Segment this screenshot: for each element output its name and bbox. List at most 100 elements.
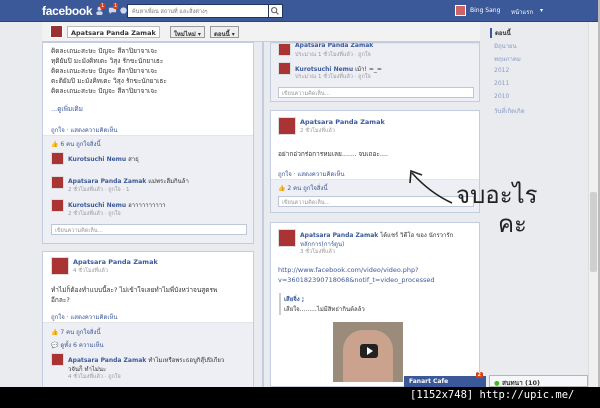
post-text-line: ติดละเถนะสะษะ ปัญจะ สีลาปิยาจาเจะ (51, 47, 158, 55)
comment: Apatsara Panda Zamak (295, 43, 373, 49)
comment-text: สาธุ (128, 156, 139, 163)
year-nav-item[interactable]: 2011 (494, 80, 509, 87)
play-icon[interactable] (360, 344, 378, 358)
messages-badge: 1 (113, 3, 119, 9)
like-icon: 👍 (51, 141, 59, 148)
friend-requests-badge: 1 (100, 3, 106, 9)
like-count[interactable]: 👍 2 คน ถูกใจสิ่งนี้ (278, 183, 328, 193)
commenter-avatar[interactable] (51, 353, 64, 366)
commenter-avatar[interactable] (51, 199, 64, 212)
account-menu-icon[interactable]: ▾ (540, 7, 543, 14)
search-icon[interactable] (269, 4, 283, 18)
comment: Apatsara Panda Zamak แม่พระลืมกินล้า (68, 176, 189, 186)
year-nav-item[interactable]: 2012 (494, 67, 509, 74)
online-dot-icon: ● (494, 379, 500, 387)
commenter-name[interactable]: Kurotsuchi Nemu (68, 202, 126, 209)
like-count[interactable]: 👍 6 คน ถูกใจสิ่งนี้ (51, 139, 101, 149)
user-avatar[interactable] (455, 5, 466, 16)
chat-badge: 2 (475, 372, 483, 378)
year-nav-item[interactable]: มิถุนายน (494, 41, 517, 51)
poster-avatar[interactable] (278, 229, 296, 247)
post-timestamp[interactable]: 2 ชั่วโมงที่แล้ว (300, 127, 335, 135)
commenter-name[interactable]: Apatsara Panda Zamak (68, 357, 146, 364)
messages-icon[interactable]: 1 (108, 3, 119, 15)
quote-title[interactable]: เสียจิ่ง ; (284, 294, 304, 304)
like-count-text: 7 คน ถูกใจสิ่งนี้ (60, 329, 101, 336)
post-text-line: ติดละเถนะสะษะ ปัญจะ สีลาปิยาจาเจะ (51, 67, 158, 75)
facebook-header: facebook 1 1 ค้นหาเพื่อน สถานที่ และสิ่ง… (0, 0, 598, 22)
chat-tab-fanart[interactable]: Fanart Cafe 2 (404, 372, 486, 387)
year-nav-item[interactable]: พฤษภาคม (494, 54, 521, 64)
year-nav-item[interactable]: วันที่เกิดเกิด (494, 106, 525, 116)
comment-meta: 2 ชั่วโมงที่แล้ว · ถูกใจ (68, 211, 121, 217)
comment-input[interactable]: เขียนความคิดเห็น... (51, 224, 247, 235)
post-card-left-2: Apatsara Panda Zamak 4 ชั่วโมงที่แล้ว ทำ… (42, 251, 254, 387)
chat-tab-label: Fanart Cafe (409, 378, 449, 385)
year-nav-item[interactable]: 2010 (494, 93, 509, 100)
profile-avatar[interactable] (50, 25, 63, 38)
quote-text: เสียใจ.........ไม่มีสิทธ่ากินต้ลล้ว (284, 306, 365, 313)
view-all-comments-text: ดูทั้ง 6 ความเห็น (60, 342, 104, 349)
commenter-avatar[interactable] (278, 62, 291, 75)
poster-name[interactable]: Apatsara Panda Zamak (300, 118, 385, 126)
new-button[interactable]: ใหม่ไหม่ ▾ (170, 26, 205, 38)
comment: Kurotsuchi Nemu ฮาาาาาาาาาา (68, 200, 165, 210)
post-text-line: ติดละเถนะสะษะ ปัญจะ สีลาปิยาจาเจะ (51, 87, 158, 95)
commenter-avatar[interactable] (51, 176, 64, 189)
profile-sticky-bar: Apatsara Panda Zamak ใหม่ไหม่ ▾ ตอนนี้ ▾ (42, 22, 480, 42)
post-actions[interactable]: ถูกใจ · แสดงความคิดเห็น (51, 125, 118, 135)
video-link[interactable]: http://www.facebook.com/video/video.php? (278, 266, 419, 274)
browser-viewport: facebook 1 1 ค้นหาเพื่อน สถานที่ และสิ่ง… (0, 0, 600, 387)
post-card-left-1: ติดละเถนะสะษะ ปัญจะ สีลาปิยาจาเจะ ทุติยั… (42, 42, 254, 244)
poster-avatar[interactable] (51, 257, 69, 275)
like-count[interactable]: 👍 7 คน ถูกใจสิ่งนี้ (51, 327, 101, 337)
comment-input[interactable]: เขียนความคิดเห็น... (278, 87, 474, 98)
post-text: อย่ากอ่วกร่อการหมเลย....... จบเถอะ.... (278, 150, 389, 158)
comment-meta: ประมาณ 1 ชั่วโมงที่แล้ว · ถูกใจ (295, 74, 371, 80)
post-card-right-1: Apatsara Panda Zamak ประมาณ 1 ชั่วโมงที่… (270, 42, 480, 102)
post-actions[interactable]: ถูกใจ · แสดงความคิดเห็น (278, 169, 345, 179)
post-text-line: ทำไม่ก็ต้องทำแบบนี้ละ? ไม่เข้าใจเลยทำไมพ… (51, 286, 218, 294)
share-text: ได้แชร์ วิดีโอ ของ นักรวารัก (380, 232, 454, 239)
view-all-comments[interactable]: 💬 ดูทั้ง 6 ความเห็น (51, 340, 104, 350)
post-text-line: ตะติยัมปิ มะมังคิทเตะ วิสุง รักขะนักยาเธ… (51, 77, 167, 85)
annotation-text: คะ (498, 210, 527, 238)
home-link[interactable]: หน้าแรก (511, 7, 533, 17)
like-icon: 👍 (51, 329, 59, 336)
post-timestamp[interactable]: 3 ชั่วโมงที่แล้ว (300, 248, 335, 256)
commenter-avatar[interactable] (51, 152, 64, 165)
profile-name-button[interactable]: Apatsara Panda Zamak (67, 26, 160, 38)
search-input[interactable]: ค้นหาเพื่อน สถานที่ และสิ่งต่างๆ (127, 4, 269, 18)
comment-meta: 2 ชั่วโมงที่แล้ว · ถูกใจ · 1 (68, 187, 130, 193)
chat-sidebar-toggle[interactable]: ● สนทนา (10) (489, 375, 588, 387)
video-link[interactable]: v=360182390718068&notif_t=video_processe… (278, 276, 435, 284)
like-icon: 👍 (278, 185, 286, 192)
poster-name[interactable]: Apatsara Panda Zamak (300, 232, 378, 239)
comment-meta: ประมาณ 1 ชั่วโมงที่แล้ว · ถูกใจ (295, 52, 371, 58)
friend-requests-icon[interactable]: 1 (95, 3, 106, 15)
facebook-logo[interactable]: facebook (42, 4, 93, 18)
comment-text: ฮาาาาาาาาาา (128, 202, 166, 209)
commenter-avatar[interactable] (278, 43, 291, 56)
image-caption: [1152x748] http://upic.me/ (410, 389, 575, 401)
new-button-label: ใหม่ไหม่ (174, 31, 196, 38)
user-profile-link[interactable]: Bing Sang (470, 7, 500, 14)
post-actions[interactable]: ถูกใจ · แสดงความคิดเห็น (51, 312, 118, 322)
poster-name[interactable]: Apatsara Panda Zamak (73, 258, 158, 266)
commenter-name[interactable]: Kurotsuchi Nemu (68, 156, 126, 163)
video-thumbnail[interactable] (333, 322, 403, 382)
timeline-spine (262, 42, 264, 387)
year-nav-item[interactable]: ตอนนี้ (490, 28, 511, 38)
scrollbar-thumb[interactable] (590, 192, 597, 272)
poster-avatar[interactable] (278, 117, 296, 135)
annotation-arrow-icon (409, 169, 453, 204)
post-timestamp[interactable]: 4 ชั่วโมงที่แล้ว (73, 267, 108, 275)
now-button[interactable]: ตอนนี้ ▾ (210, 26, 239, 38)
commenter-name[interactable]: Kurotsuchi Nemu (295, 66, 353, 73)
commenter-name[interactable]: Apatsara Panda Zamak (68, 178, 146, 185)
scrollbar[interactable] (588, 22, 598, 387)
see-more-link[interactable]: ...ดูเพิ่มเติม (51, 104, 83, 114)
commenter-name[interactable]: Apatsara Panda Zamak (295, 43, 373, 49)
comment-text: ทำไมเหรือพระธอบูกิสุ๊ปปิเกียว (148, 357, 225, 364)
now-button-label: ตอนนี้ (214, 31, 230, 38)
